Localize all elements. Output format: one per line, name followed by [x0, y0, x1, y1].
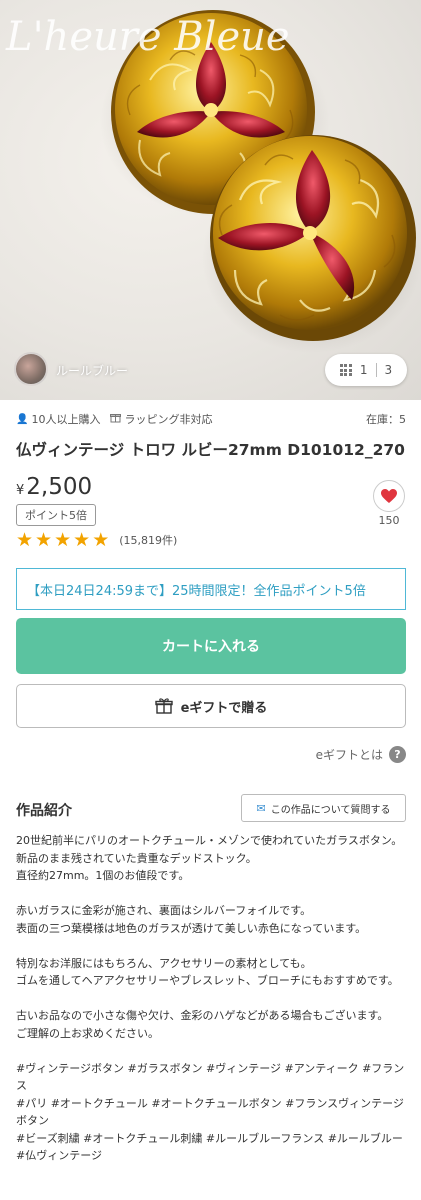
egift-button[interactable]: eギフトで贈る — [16, 684, 406, 728]
gift-icon — [110, 412, 122, 426]
description-hashtags[interactable]: #ヴィンテージボタン #ガラスボタン #ヴィンテージ #アンティーク #フランス… — [16, 1060, 408, 1165]
description-paragraph: 20世紀前半にパリのオートクチュール・メゾンで使われていたガラスボタン。 新品の… — [16, 834, 403, 882]
point-badge: ポイント5倍 — [16, 504, 96, 526]
purchase-count: 10人以上購入 — [31, 413, 101, 426]
star-icon: ★ — [92, 529, 110, 551]
review-count[interactable]: (15,819件) — [119, 532, 177, 548]
favorite-count: 150 — [378, 514, 400, 527]
description-paragraph: 特別なお洋服にはもちろん、アクセサリーの素材としても。 ゴムを通してヘアアクセサ… — [16, 956, 399, 988]
product-image-carousel[interactable]: L'heure Bleue ルールブルー 1 3 — [0, 0, 421, 400]
shop-avatar[interactable] — [14, 352, 48, 386]
gift-icon — [154, 698, 173, 714]
description-paragraph: 古いお品なので小さな傷や欠け、金彩のハゲなどがある場合もございます。 ご理解の上… — [16, 1009, 389, 1040]
mail-icon: ✉ — [256, 801, 266, 815]
product-meta-row: 👤 10人以上購入 ラッピング非対応 在庫：5 — [16, 410, 406, 428]
rating-stars[interactable]: ★ ★ ★ ★ ★ (15,819件) — [16, 530, 177, 550]
product-title: 仏ヴィンテージ トロワ ルビー27mm D101012_270 — [16, 441, 405, 459]
stock-count: 在庫：5 — [366, 413, 406, 426]
pager-divider — [375, 363, 377, 377]
grid-icon — [339, 364, 352, 376]
favorite-button[interactable] — [373, 480, 405, 512]
description-paragraph: 赤いガラスに金彩が施され、裏面はシルバーフォイルです。 表面の三つ葉模様は地色の… — [16, 904, 367, 935]
star-icon: ★ — [35, 529, 53, 551]
description-heading: 作品紹介 — [16, 803, 72, 819]
image-pager[interactable]: 1 3 — [325, 354, 407, 386]
currency-symbol: ¥ — [16, 483, 25, 498]
shop-name[interactable]: ルールブルー — [56, 362, 128, 379]
campaign-banner[interactable]: 【本日24日24:59まで】25時間限定！全作品ポイント5倍 — [16, 568, 406, 610]
ask-question-label: この作品について質問する — [270, 804, 391, 816]
description-body: 20世紀前半にパリのオートクチュール・メゾンで使われていたガラスボタン。 新品の… — [16, 832, 408, 1165]
help-icon: ? — [389, 745, 406, 763]
pager-total: 3 — [384, 363, 393, 377]
star-icon: ★ — [54, 529, 72, 551]
heart-icon — [381, 489, 397, 503]
egift-help-label: eギフトとは — [315, 747, 383, 762]
add-to-cart-button[interactable]: カートに入れる — [16, 618, 406, 674]
price-value: 2,500 — [26, 474, 93, 500]
egift-help-link[interactable]: eギフトとは ? — [300, 745, 406, 763]
star-icon: ★ — [16, 529, 34, 551]
egift-button-label: eギフトで贈る — [180, 700, 268, 716]
person-icon: 👤 — [16, 413, 29, 425]
pager-current: 1 — [359, 363, 368, 377]
ask-question-button[interactable]: ✉ この作品について質問する — [241, 794, 406, 822]
wrapping-status: ラッピング非対応 — [124, 413, 213, 426]
product-price: ¥2,500 — [16, 474, 92, 500]
brand-text: L'heure Bleue — [5, 14, 290, 60]
brand-watermark: L'heure Bleue — [5, 14, 290, 60]
star-icon: ★ — [73, 529, 91, 551]
